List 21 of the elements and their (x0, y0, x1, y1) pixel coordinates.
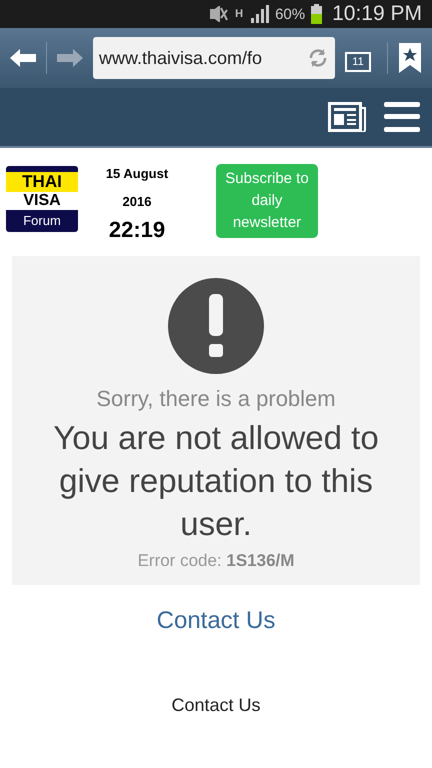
bookmark-icon[interactable] (398, 42, 422, 74)
error-subtitle: Sorry, there is a problem (96, 386, 336, 412)
battery-icon (311, 4, 322, 24)
date-label: 15 August 2016 (104, 165, 170, 211)
contact-link[interactable]: Contact Us (171, 695, 261, 716)
mute-icon (209, 6, 230, 22)
error-code: Error code: 1S136/M (138, 551, 294, 571)
contact-link[interactable]: Contact Us (156, 607, 276, 635)
news-icon[interactable] (328, 102, 366, 132)
site-logo[interactable]: THAI VISA Forum (6, 166, 78, 232)
back-icon[interactable] (10, 49, 36, 67)
forward-icon[interactable] (57, 49, 83, 67)
exclamation-icon (168, 278, 264, 374)
menu-icon[interactable] (384, 102, 420, 132)
error-message: You are not allowed to give reputation to this user. (52, 418, 380, 544)
clock: 10:19 PM (332, 2, 422, 26)
battery-percent: 60% (275, 6, 306, 22)
signal-icon (249, 5, 270, 23)
time-label: 22:19 (108, 216, 166, 244)
network-type: H (235, 8, 244, 20)
address-field[interactable]: www.thaivisa.com/fo (93, 37, 335, 79)
